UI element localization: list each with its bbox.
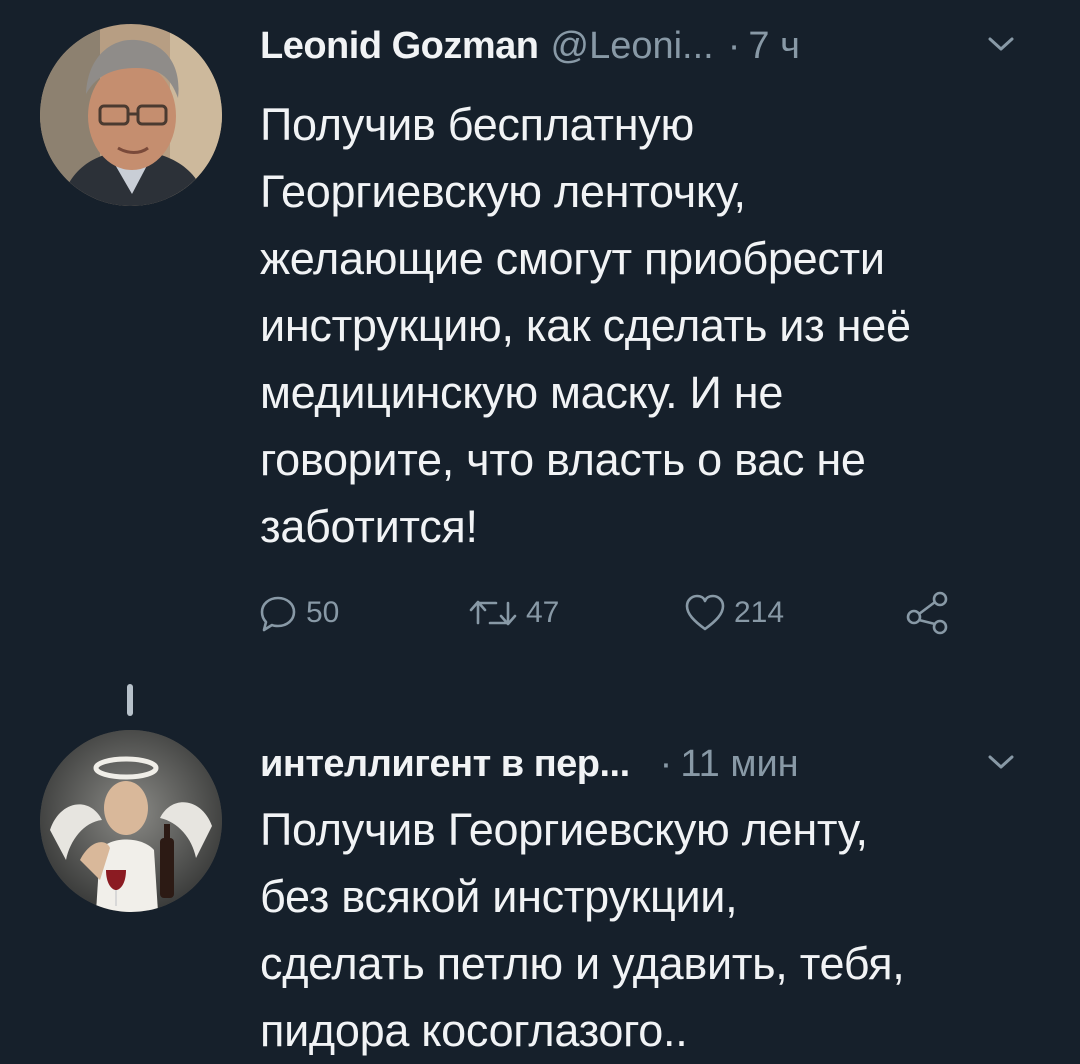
author-handle[interactable]: @Leoni...: [551, 25, 714, 68]
reply-icon: [260, 596, 296, 632]
like-count: 214: [734, 596, 785, 629]
chevron-down-icon[interactable]: [986, 752, 1016, 772]
like-button[interactable]: 214: [682, 588, 784, 638]
author-name[interactable]: Leonid Gozman: [260, 25, 539, 68]
tweet-text: Получив Георгиевскую ленту, без всякой и…: [260, 804, 905, 1056]
avatar[interactable]: [40, 730, 222, 912]
tweet-2[interactable]: интеллигент в пер... · 11 мин Получив Ге…: [0, 720, 1080, 1062]
avatar[interactable]: [40, 24, 222, 206]
retweet-icon: [469, 600, 517, 626]
retweet-button[interactable]: 47: [466, 588, 559, 638]
share-button[interactable]: [904, 588, 956, 638]
share-icon: [906, 591, 948, 635]
tweet-header: интеллигент в пер... · 11 мин: [260, 738, 1050, 790]
retweet-count: 47: [526, 596, 560, 629]
reply-button[interactable]: 50: [256, 588, 339, 638]
reply-count: 50: [306, 596, 340, 629]
tweet-text: Получив бесплатную Георгиевскую ленточку…: [260, 99, 911, 552]
tweet-header: Leonid Gozman @Leoni... · 7 ч: [260, 20, 1050, 72]
action-bar: 50 47 214: [256, 588, 976, 638]
timestamp[interactable]: 7 ч: [748, 25, 800, 68]
separator: ·: [659, 742, 673, 785]
tweet-1[interactable]: Leonid Gozman @Leoni... · 7 ч Получив бе…: [0, 0, 1080, 680]
separator: ·: [727, 24, 741, 67]
author-name[interactable]: интеллигент в пер...: [260, 743, 630, 786]
like-icon: [685, 594, 725, 631]
timestamp[interactable]: 11 мин: [680, 743, 798, 786]
thread-connector: [127, 684, 133, 716]
chevron-down-icon[interactable]: [986, 34, 1016, 54]
